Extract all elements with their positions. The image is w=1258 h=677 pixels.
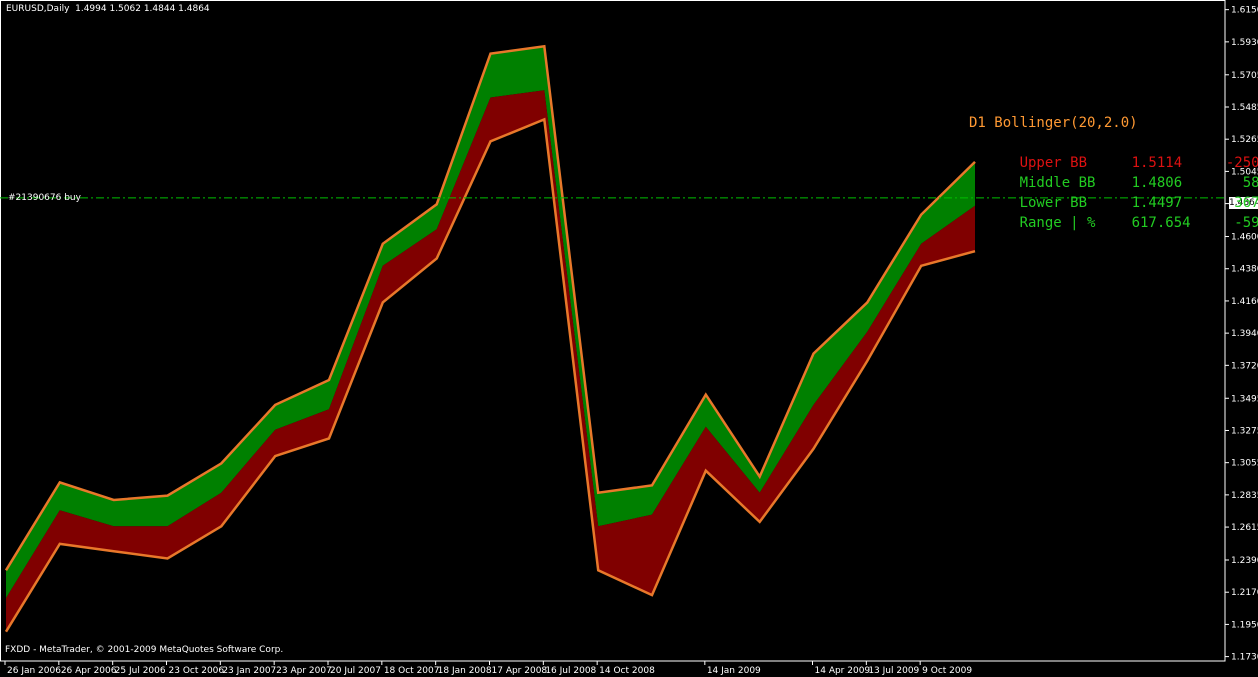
bb-row-diff: 58 [1242, 175, 1258, 191]
bb-row-diff: -250 [1225, 155, 1258, 171]
bb-row-diff: -59 [1234, 215, 1258, 231]
bollinger-info-panel: D1 Bollinger(20,2.0) Upper BB 1.5114 -250 … [969, 113, 1258, 231]
chart-window[interactable]: 1.61501.59301.57051.54851.52651.50451.48… [0, 0, 1258, 677]
bb-row-name: Upper BB [1019, 155, 1088, 171]
y-tick-label: 1.3055 [1231, 459, 1258, 469]
y-tick-label: 1.3495 [1231, 394, 1258, 404]
order-label: #21390676 buy [8, 193, 81, 203]
bb-row-diff: 367 [1234, 195, 1258, 211]
bollinger-panel-title: D1 Bollinger(20,2.0) [969, 115, 1138, 131]
y-tick-label: 1.2390 [1231, 556, 1258, 566]
bb-row-value: 1.4497 [1131, 195, 1183, 211]
x-tick-label: 23 Apr 2007 [276, 666, 332, 676]
bb-row-value: 617.654 [1131, 215, 1191, 231]
y-tick-label: 1.5930 [1231, 38, 1258, 48]
x-tick-label: 23 Oct 2006 [169, 666, 225, 676]
y-tick-label: 1.3940 [1231, 329, 1258, 339]
price-chart[interactable]: 1.61501.59301.57051.54851.52651.50451.48… [0, 0, 1258, 677]
x-tick-label: 14 Apr 2009 [815, 666, 871, 676]
bb-row-upper: Upper BB 1.5114 -250 [969, 133, 1258, 171]
x-tick-label: 25 Jul 2006 [115, 666, 166, 676]
copyright-text: FXDD - MetaTrader, © 2001-2009 MetaQuote… [5, 645, 284, 655]
y-tick-label: 1.2835 [1231, 491, 1258, 501]
bb-row-name: Lower BB [1019, 195, 1088, 211]
y-tick-label: 1.2615 [1231, 523, 1258, 533]
x-tick-label: 26 Apr 2006 [61, 666, 117, 676]
symbol-info-header: EURUSD,Daily 1.4994 1.5062 1.4844 1.4864 [6, 4, 210, 14]
bb-row-value: 1.5114 [1131, 155, 1183, 171]
x-tick-label: 13 Jul 2009 [868, 666, 919, 676]
y-tick-label: 1.5485 [1231, 103, 1258, 113]
y-tick-label: 1.3275 [1231, 426, 1258, 436]
bb-row-value: 1.4806 [1131, 175, 1183, 191]
x-tick-label: 9 Oct 2009 [922, 666, 972, 676]
x-tick-label: 18 Oct 2007 [384, 666, 440, 676]
y-tick-label: 1.5705 [1231, 71, 1258, 81]
bb-row-name: Range | % [1019, 215, 1096, 231]
x-tick-label: 20 Jul 2007 [330, 666, 381, 676]
x-tick-label: 16 Jul 2008 [545, 666, 596, 676]
x-tick-label: 18 Jan 2008 [438, 666, 492, 676]
y-tick-label: 1.2170 [1231, 588, 1258, 598]
y-tick-label: 1.4600 [1231, 233, 1258, 243]
x-tick-label: 14 Jan 2009 [707, 666, 761, 676]
bb-row-name: Middle BB [1019, 175, 1096, 191]
y-tick-label: 1.6150 [1231, 6, 1258, 16]
y-tick-label: 1.3720 [1231, 361, 1258, 371]
y-tick-label: 1.4160 [1231, 297, 1258, 307]
y-tick-label: 1.4380 [1231, 265, 1258, 275]
x-tick-label: 23 Jan 2007 [222, 666, 276, 676]
y-tick-label: 1.1950 [1231, 620, 1258, 630]
x-tick-label: 17 Apr 2008 [492, 666, 548, 676]
x-tick-label: 14 Oct 2008 [599, 666, 655, 676]
x-tick-label: 26 Jan 2006 [7, 666, 61, 676]
y-tick-label: 1.1730 [1231, 653, 1258, 663]
